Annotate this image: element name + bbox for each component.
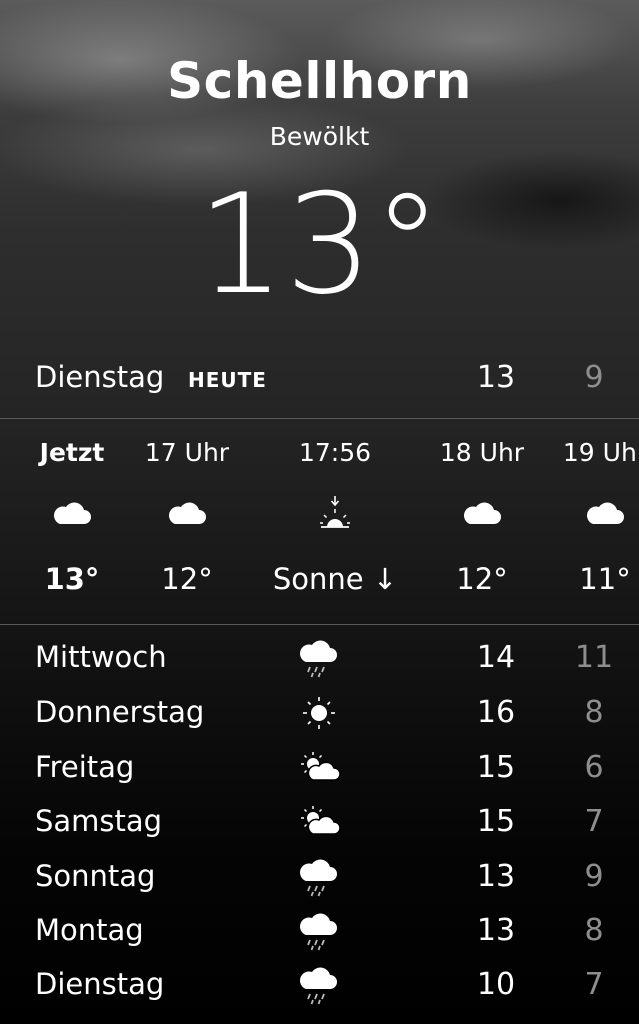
- daily-high: 15: [476, 750, 516, 785]
- city-name: Schellhorn: [167, 52, 472, 110]
- daily-day: Mittwoch: [35, 640, 167, 674]
- hourly-temp: 11°: [579, 562, 631, 596]
- partly-cloudy-icon: [296, 800, 342, 844]
- daily-low: 9: [584, 859, 604, 894]
- daily-day: Samstag: [35, 804, 163, 838]
- today-summary-row: Dienstag HEUTE 13 9: [0, 358, 639, 402]
- hourly-time: 17 Uhr: [144, 438, 230, 467]
- daily-high: 16: [476, 695, 516, 730]
- today-badge: HEUTE: [188, 368, 267, 392]
- today-low: 9: [584, 360, 604, 395]
- daily-row: Dienstag 10 7: [0, 961, 639, 1011]
- hourly-time: Jetzt: [39, 438, 105, 467]
- daily-high: 10: [476, 967, 516, 1002]
- cloud-icon: [580, 494, 630, 534]
- hourly-top-divider: [0, 418, 639, 419]
- hourly-time: 17:56: [298, 438, 372, 467]
- daily-row: Samstag 15 7: [0, 798, 639, 848]
- daily-row: Donnerstag 16 8: [0, 689, 639, 739]
- hourly-temp: 12°: [161, 562, 213, 596]
- daily-high: 13: [476, 913, 516, 948]
- hourly-time: 19 Uhr: [562, 438, 639, 467]
- daily-low: 8: [584, 695, 604, 730]
- rain-cloud-icon: [296, 963, 342, 1007]
- daily-day: Dienstag: [35, 967, 165, 1001]
- daily-low: 11: [574, 640, 614, 675]
- daily-low: 7: [584, 967, 604, 1002]
- sun-icon: [296, 691, 342, 735]
- weather-condition: Bewölkt: [269, 122, 370, 151]
- daily-high: 13: [476, 859, 516, 894]
- daily-day: Montag: [35, 913, 144, 947]
- hourly-bottom-divider: [0, 624, 639, 625]
- hourly-forecast-strip[interactable]: Jetzt 13° 17 Uhr 12° 17:56 Sonne ↓ 18 Uh…: [0, 420, 639, 624]
- rain-cloud-icon: [296, 909, 342, 953]
- daily-row: Sonntag 13 9: [0, 853, 639, 903]
- daily-row: Mittwoch 14 11: [0, 634, 639, 684]
- daily-day: Freitag: [35, 750, 135, 784]
- rain-cloud-icon: [296, 636, 342, 680]
- daily-day: Sonntag: [35, 859, 156, 893]
- daily-low: 7: [584, 804, 604, 839]
- daily-low: 8: [584, 913, 604, 948]
- daily-row: Montag 13 8: [0, 907, 639, 957]
- hourly-temp: Sonne ↓: [272, 562, 398, 596]
- sunset-icon: [310, 494, 360, 534]
- daily-high: 15: [476, 804, 516, 839]
- daily-low: 6: [584, 750, 604, 785]
- rain-cloud-icon: [296, 855, 342, 899]
- current-temperature: 13°: [197, 164, 442, 325]
- cloud-icon: [47, 494, 97, 534]
- daily-row: Freitag 15 6: [0, 744, 639, 794]
- cloud-icon: [457, 494, 507, 534]
- hourly-time: 18 Uhr: [439, 438, 525, 467]
- today-high: 13: [476, 360, 516, 395]
- cloud-icon: [162, 494, 212, 534]
- daily-high: 14: [476, 640, 516, 675]
- partly-cloudy-icon: [296, 746, 342, 790]
- daily-day: Donnerstag: [35, 695, 205, 729]
- today-day-label: Dienstag: [35, 360, 165, 394]
